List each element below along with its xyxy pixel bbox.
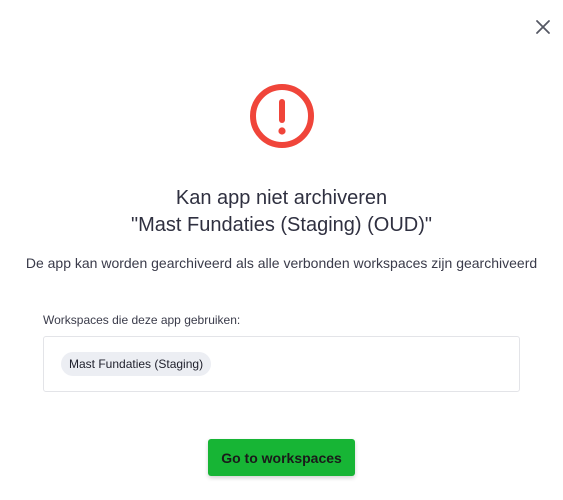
- exclamation-circle-icon: [250, 84, 314, 148]
- close-icon: [536, 20, 550, 34]
- dialog-title-line-2: "Mast Fundaties (Staging) (OUD)": [131, 214, 432, 236]
- workspaces-list: Mast Fundaties (Staging): [43, 336, 520, 392]
- go-to-workspaces-button[interactable]: Go to workspaces: [208, 439, 355, 476]
- workspaces-label: Workspaces die deze app gebruiken:: [43, 313, 241, 327]
- dialog-description: De app kan worden gearchiveerd als alle …: [25, 255, 538, 271]
- dialog-title: Kan app niet archiveren "Mast Fundaties …: [0, 185, 563, 239]
- archive-app-dialog: Kan app niet archiveren "Mast Fundaties …: [0, 0, 563, 500]
- dialog-title-line-1: Kan app niet archiveren: [175, 187, 388, 209]
- workspace-chip: Mast Fundaties (Staging): [61, 352, 212, 376]
- close-button[interactable]: [533, 17, 553, 37]
